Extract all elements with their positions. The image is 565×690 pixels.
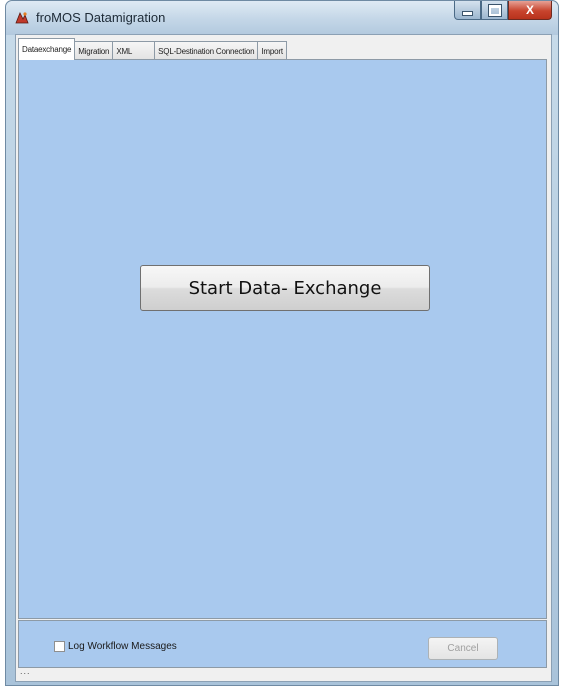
start-data-exchange-button[interactable]: Start Data- Exchange: [140, 265, 430, 311]
close-button[interactable]: X: [508, 1, 552, 20]
title-bar[interactable]: froMOS Datamigration X: [6, 1, 558, 35]
maximize-button[interactable]: [481, 1, 508, 20]
tab-xml[interactable]: XML: [113, 41, 156, 60]
maximize-icon: [488, 4, 501, 16]
tab-strip: Dataexchange Migration XML SQL-Destinati…: [18, 38, 287, 60]
log-workflow-label: Log Workflow Messages: [68, 641, 177, 652]
close-icon: X: [525, 3, 534, 17]
tab-dataexchange[interactable]: Dataexchange: [18, 38, 76, 60]
cancel-button[interactable]: Cancel: [428, 637, 498, 660]
tab-sql-destination-connection[interactable]: SQL-Destination Connection: [155, 41, 259, 60]
log-workflow-option[interactable]: Log Workflow Messages: [54, 641, 177, 652]
tab-import[interactable]: Import: [258, 41, 287, 60]
client-area: Dataexchange Migration XML SQL-Destinati…: [15, 34, 552, 682]
window-title: froMOS Datamigration: [36, 10, 166, 25]
log-workflow-checkbox[interactable]: [54, 641, 65, 652]
minimize-icon: [463, 11, 472, 15]
tab-migration[interactable]: Migration: [75, 41, 114, 60]
status-text: ...: [20, 666, 31, 676]
status-bar: ...: [16, 666, 551, 681]
caption-buttons: X: [454, 1, 552, 21]
dataexchange-panel: Start Data- Exchange: [18, 59, 547, 619]
app-icon: [14, 10, 30, 26]
minimize-button[interactable]: [454, 1, 481, 20]
footer-panel: Log Workflow Messages Cancel: [18, 620, 547, 668]
app-window: froMOS Datamigration X Dataexchange Migr…: [5, 0, 559, 686]
